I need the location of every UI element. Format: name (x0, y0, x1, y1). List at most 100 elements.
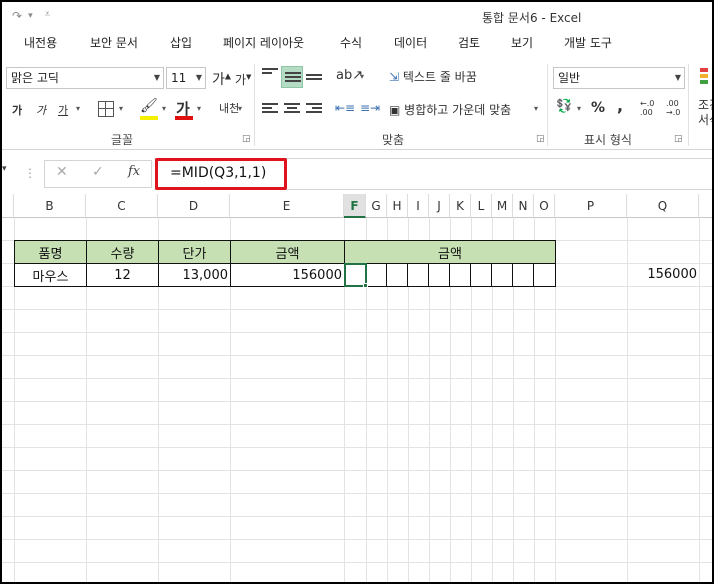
cell-name[interactable]: 마우스 (14, 263, 87, 287)
fill-handle[interactable] (363, 283, 368, 288)
cell-digit-m[interactable] (491, 263, 513, 287)
group-align-label: 맞춤 (382, 133, 405, 147)
phonetic-button[interactable]: 내천 (219, 100, 239, 116)
column-header-e[interactable]: E (230, 194, 344, 218)
chevron-down-icon[interactable]: ▾ (360, 72, 364, 81)
dialog-launcher-icon[interactable]: ◲ (242, 134, 251, 144)
gridline (2, 332, 712, 333)
wrap-text-button[interactable]: ⇲ 텍스트 줄 바꿈 (389, 68, 477, 85)
tab-view[interactable]: 보기 (511, 32, 533, 58)
format-as-table-label[interactable]: 서식 (698, 111, 712, 128)
dialog-launcher-icon[interactable]: ◲ (536, 134, 545, 144)
column-header-k[interactable]: K (450, 194, 471, 218)
more-options-icon[interactable]: ⋮ (24, 166, 36, 180)
column-header-h[interactable]: H (387, 194, 408, 218)
column-header-j[interactable]: J (429, 194, 450, 218)
cell-price[interactable]: 13,000 (158, 263, 231, 287)
column-header-l[interactable]: L (471, 194, 492, 218)
shrink-font-button[interactable]: 가▼ (235, 71, 251, 88)
column-header-d[interactable]: D (158, 194, 230, 218)
tab-formulas[interactable]: 수식 (340, 32, 362, 58)
tab-review[interactable]: 검토 (458, 32, 480, 58)
conditional-format-icon[interactable] (700, 66, 712, 92)
worksheet-grid[interactable]: B C D E F G H I J K L M N O P Q 품명 수량 단가… (2, 194, 712, 582)
fill-color-icon[interactable]: 🖌 (140, 98, 158, 114)
borders-icon[interactable] (98, 101, 114, 117)
underline-button[interactable]: 가 (58, 102, 68, 118)
tab-mine[interactable]: 내전용 (24, 32, 57, 58)
decrease-indent-icon[interactable]: ⇤≡ (335, 101, 355, 115)
customize-qat-icon[interactable]: ⩡ (45, 9, 51, 23)
comma-style-button[interactable]: , (617, 96, 623, 115)
tab-insert[interactable]: 삽입 (170, 32, 192, 58)
percent-style-button[interactable]: % (591, 100, 605, 116)
bold-button[interactable]: 가 (12, 102, 22, 118)
table-header-name[interactable]: 품명 (14, 240, 87, 264)
increase-decimal-button[interactable]: ←.0 .00 (640, 99, 654, 117)
chevron-down-icon[interactable]: ▾ (119, 104, 123, 113)
chevron-down-icon[interactable]: ▾ (76, 104, 80, 113)
column-header-q[interactable]: Q (627, 194, 699, 218)
enter-check-icon[interactable]: ✓ (92, 164, 104, 180)
cell-qty[interactable]: 12 (86, 263, 159, 287)
cell-digit-h[interactable] (386, 263, 408, 287)
column-header-f[interactable]: F (344, 194, 366, 218)
table-header-price[interactable]: 단가 (158, 240, 231, 264)
chevron-down-icon[interactable]: ▾ (534, 104, 538, 113)
column-header-m[interactable]: M (492, 194, 513, 218)
accounting-format-icon[interactable]: 💱 (556, 99, 572, 114)
table-header-amount[interactable]: 금액 (230, 240, 345, 264)
ribbon: 맑은 고딕 ▼ 11 ▼ 가▲ 가▼ 가 가 가 ▾ ▾ 🖌 ▾ 가 ▾ 내천 … (2, 58, 712, 150)
wrap-text-label: 텍스트 줄 바꿈 (402, 70, 477, 84)
redo-icon[interactable]: ↷ (12, 9, 22, 23)
decrease-decimal-button[interactable]: .00 →.0 (666, 99, 680, 117)
column-header-b[interactable]: B (14, 194, 86, 218)
cell-digit-n[interactable] (512, 263, 534, 287)
merge-center-button[interactable]: ▣ 병합하고 가운데 맞춤 (389, 101, 511, 118)
italic-button[interactable]: 가 (36, 102, 46, 118)
name-box-dropdown-icon[interactable]: ▾ (2, 164, 7, 174)
cancel-icon[interactable]: ✕ (56, 164, 68, 180)
cell-amount[interactable]: 156000 (230, 263, 345, 287)
grow-font-button[interactable]: 가▲ (212, 69, 231, 89)
column-header-n[interactable]: N (513, 194, 534, 218)
formula-text[interactable]: =MID(Q3,1,1) (170, 165, 266, 181)
column-header-p[interactable]: P (555, 194, 627, 218)
dialog-launcher-icon[interactable]: ◲ (674, 134, 683, 144)
column-header-i[interactable]: I (408, 194, 429, 218)
cell-digit-i[interactable] (407, 263, 429, 287)
chevron-down-icon[interactable]: ▾ (197, 104, 201, 113)
increase-indent-icon[interactable]: ≡⇥ (360, 101, 380, 115)
font-size-combo[interactable]: 11 ▼ (166, 67, 206, 89)
chevron-down-icon[interactable]: ▾ (162, 104, 166, 113)
dropdown-arrow-icon[interactable]: ▾ (28, 11, 33, 23)
insert-function-icon[interactable]: fx (128, 164, 140, 179)
align-left-icon[interactable] (262, 101, 278, 115)
table-header-qty[interactable]: 수량 (86, 240, 159, 264)
chevron-down-icon[interactable]: ▾ (577, 104, 581, 113)
align-middle-button[interactable] (281, 66, 303, 88)
tab-security-doc[interactable]: 보안 문서 (90, 32, 138, 58)
cell-digit-l[interactable] (470, 263, 492, 287)
column-header-c[interactable]: C (86, 194, 158, 218)
cell-digit-k[interactable] (449, 263, 471, 287)
quick-access-toolbar: ↷ ▾ ⩡ (12, 9, 50, 23)
align-right-icon[interactable] (306, 101, 322, 115)
tab-data[interactable]: 데이터 (394, 32, 427, 58)
chevron-down-icon[interactable]: ▾ (238, 104, 242, 113)
group-font-label: 글꼴 (111, 133, 134, 147)
cell-q3[interactable]: 156000 (627, 263, 699, 286)
font-name-combo[interactable]: 맑은 고딕 ▼ (6, 67, 164, 89)
align-top-icon[interactable] (262, 66, 278, 80)
align-center-icon[interactable] (284, 101, 300, 115)
cell-digit-j[interactable] (428, 263, 450, 287)
cell-digit-o[interactable] (533, 263, 556, 287)
column-header-o[interactable]: O (534, 194, 555, 218)
table-header-amount-digits[interactable]: 금액 (344, 240, 556, 264)
column-header-g[interactable]: G (366, 194, 387, 218)
cell-digit-g[interactable] (365, 263, 387, 287)
tab-page-layout[interactable]: 페이지 레이아웃 (223, 32, 304, 58)
align-bottom-icon[interactable] (306, 72, 322, 86)
number-format-combo[interactable]: 일반 ▼ (553, 67, 685, 89)
tab-developer[interactable]: 개발 도구 (564, 32, 612, 58)
